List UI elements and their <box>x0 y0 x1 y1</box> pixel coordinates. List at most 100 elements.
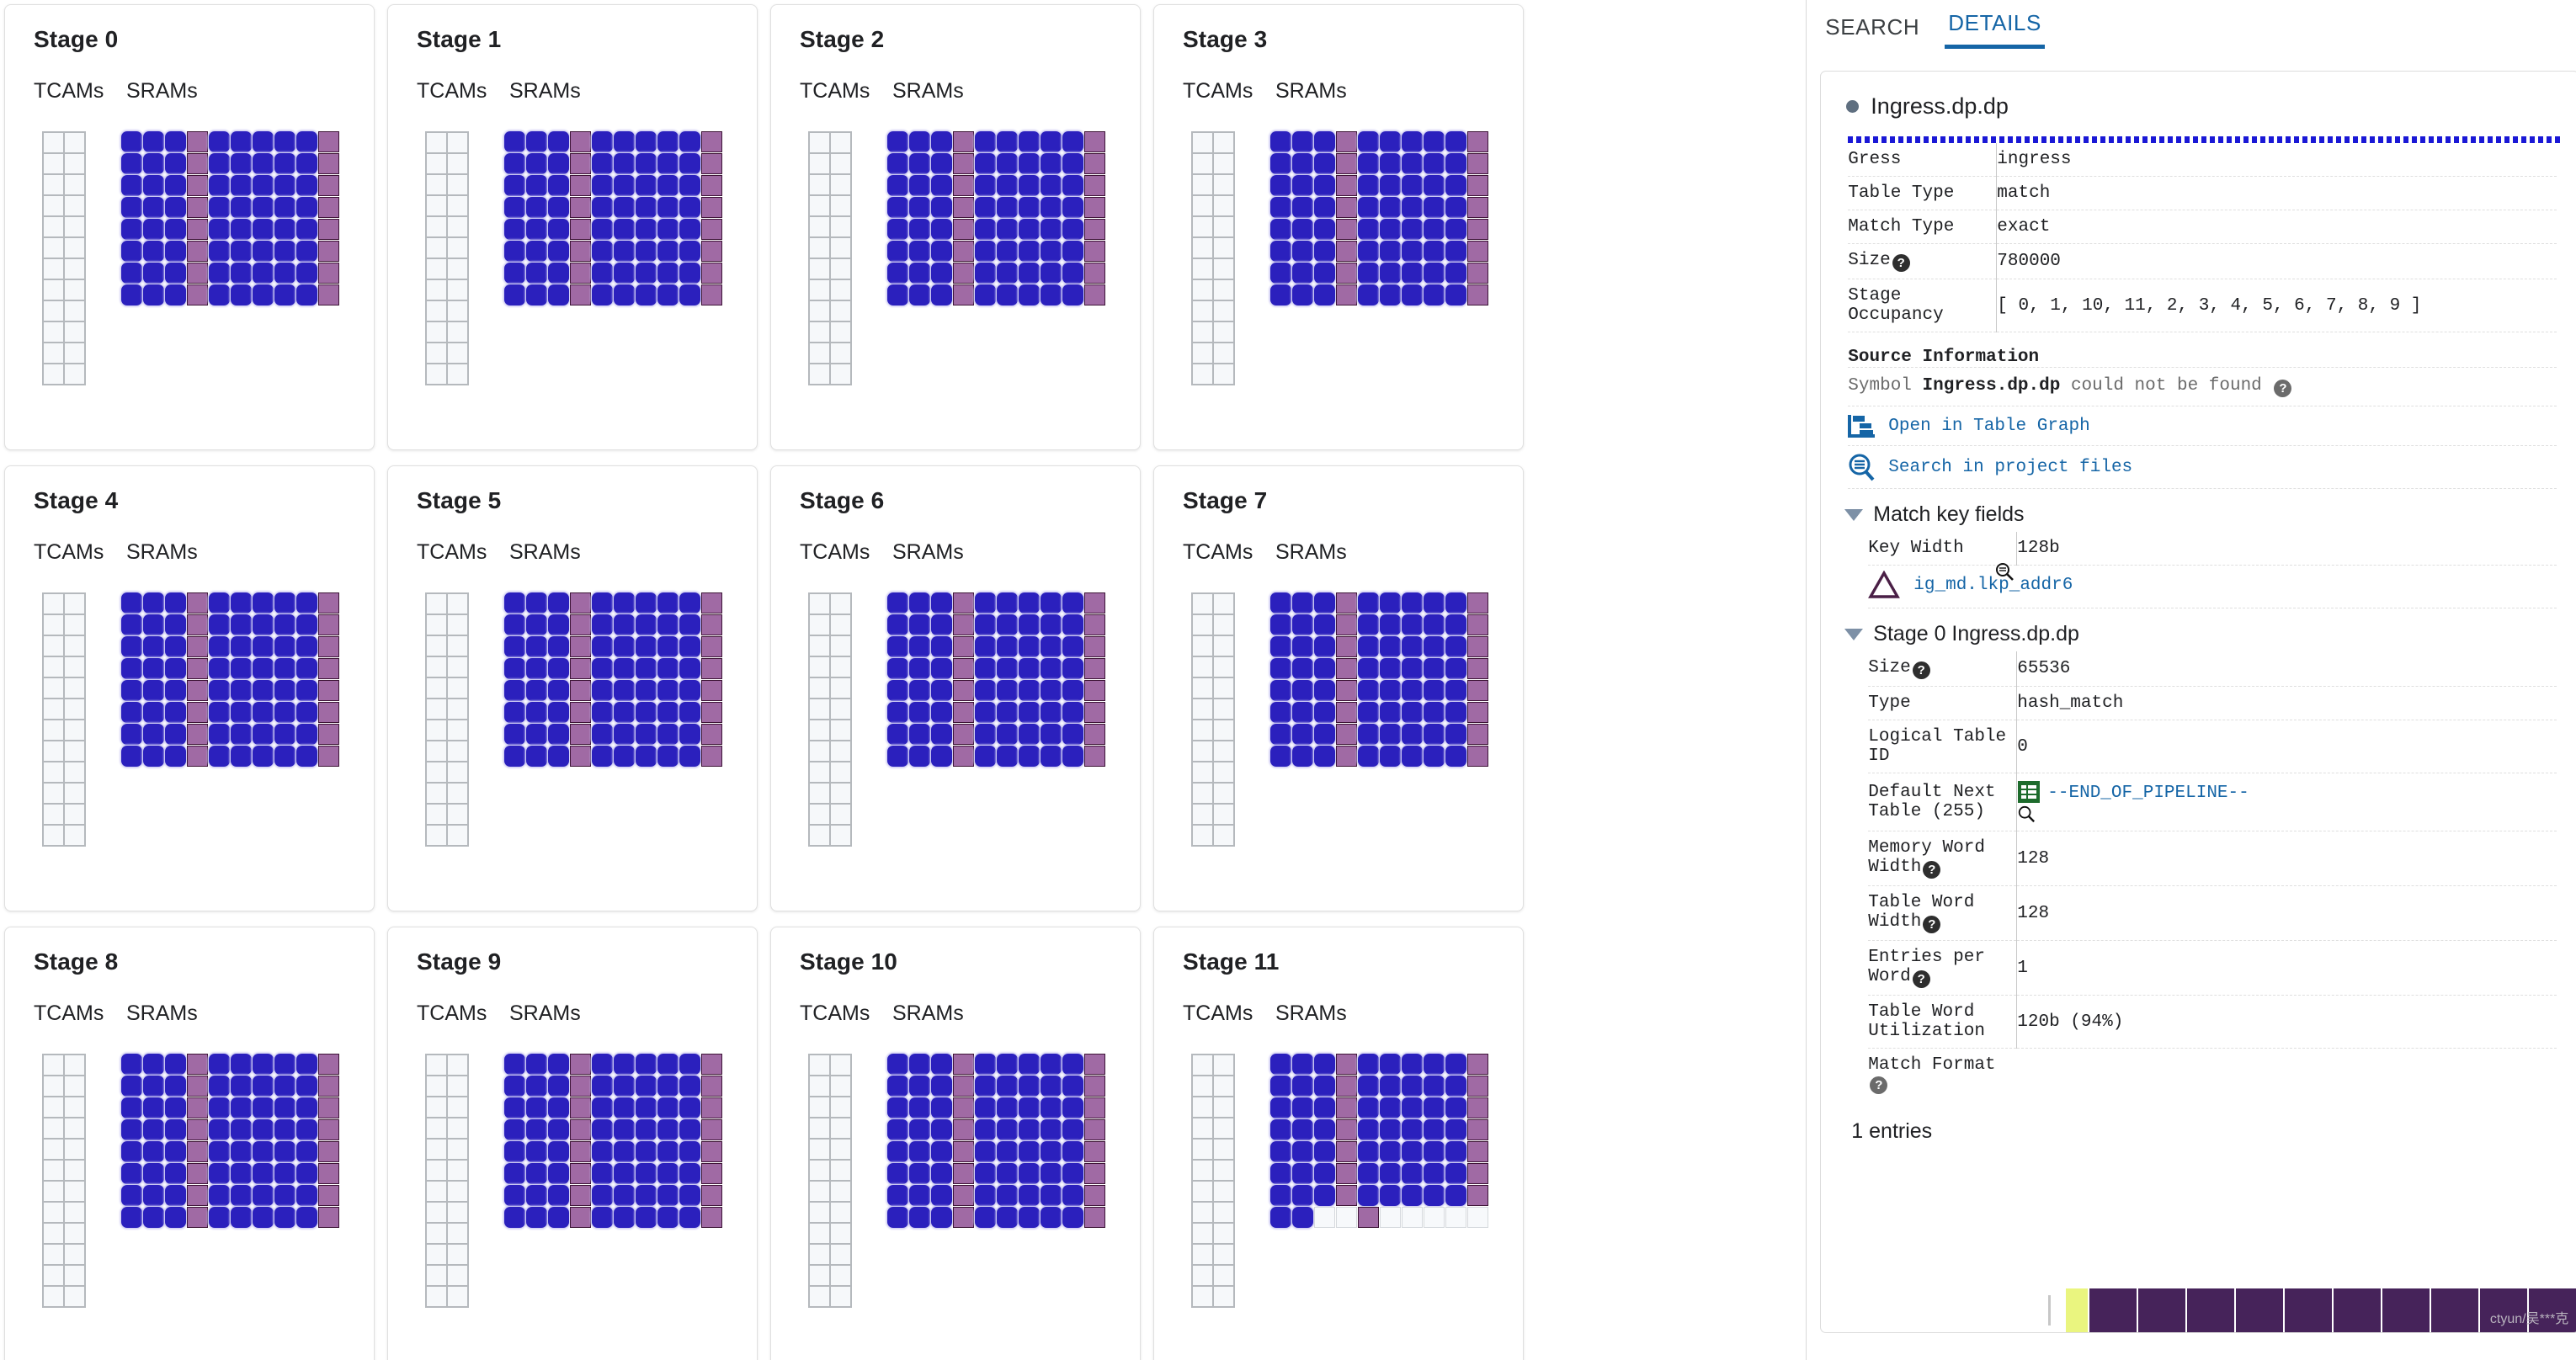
sram-cell-blue[interactable] <box>253 241 274 262</box>
sram-cell-blue[interactable] <box>679 1185 700 1206</box>
tcam-cell[interactable] <box>810 1245 829 1264</box>
sram-cell-blue[interactable] <box>1041 284 1062 305</box>
sram-cell-blue[interactable] <box>1314 197 1335 218</box>
stage-card[interactable]: Stage 6 TCAMs SRAMs <box>770 465 1141 911</box>
sram-cell-blue[interactable] <box>504 1097 525 1118</box>
tcam-cell[interactable] <box>1193 175 1212 194</box>
sram-cell-blue[interactable] <box>253 592 274 614</box>
sram-cell-blue[interactable] <box>253 197 274 218</box>
tcam-cell[interactable] <box>810 1097 829 1117</box>
sram-cell-blue[interactable] <box>1292 219 1313 240</box>
sram-cell-purple[interactable] <box>1467 680 1488 701</box>
sram-cell-blue[interactable] <box>548 702 569 723</box>
tcam-cell[interactable] <box>448 1140 467 1159</box>
tcam-cell[interactable] <box>831 301 850 321</box>
sram-cell-blue[interactable] <box>165 658 186 679</box>
tcam-cell[interactable] <box>810 1161 829 1180</box>
tcam-cell[interactable] <box>810 741 829 761</box>
tcam-cell[interactable] <box>810 615 829 635</box>
tcam-cell[interactable] <box>427 784 446 803</box>
sram-cell-blue[interactable] <box>231 702 252 723</box>
sram-cell-blue[interactable] <box>1292 592 1313 614</box>
sram-cell-blue[interactable] <box>209 284 230 305</box>
sram-cell-blue[interactable] <box>636 263 657 284</box>
sram-cell-blue[interactable] <box>1062 658 1083 679</box>
sram-cell-blue[interactable] <box>504 263 525 284</box>
sram-cell-purple[interactable] <box>1084 175 1105 196</box>
sram-cell-blue[interactable] <box>1424 658 1445 679</box>
sram-cell-purple[interactable] <box>1084 241 1105 262</box>
sram-cell-blue[interactable] <box>679 1141 700 1162</box>
tcam-cell[interactable] <box>1193 699 1212 719</box>
sram-cell-blue[interactable] <box>636 724 657 745</box>
tcam-cell[interactable] <box>44 1055 63 1075</box>
sram-cell-blue[interactable] <box>931 614 952 635</box>
tcam-cell[interactable] <box>44 784 63 803</box>
sram-cell-blue[interactable] <box>526 680 547 701</box>
sram-cell-blue[interactable] <box>1314 746 1335 767</box>
sram-cell-blue[interactable] <box>1270 153 1291 174</box>
sram-cell-purple[interactable] <box>318 1207 339 1228</box>
sram-cell-purple[interactable] <box>187 1163 208 1184</box>
sram-cell-blue[interactable] <box>997 636 1018 657</box>
sram-cell-blue[interactable] <box>931 1076 952 1097</box>
tcam-cell[interactable] <box>810 594 829 614</box>
tcam-cell[interactable] <box>44 1266 63 1285</box>
sram-cell-blue[interactable] <box>143 131 164 152</box>
sram-cell-purple[interactable] <box>187 153 208 174</box>
tcam-cell[interactable] <box>427 1224 446 1243</box>
sram-cell-blue[interactable] <box>1358 1163 1379 1184</box>
sram-cell-purple[interactable] <box>1336 263 1357 284</box>
tcam-cell[interactable] <box>44 594 63 614</box>
sram-cell-blue[interactable] <box>1270 219 1291 240</box>
tcam-cell[interactable] <box>44 301 63 321</box>
sram-cell-blue[interactable] <box>231 131 252 152</box>
sram-cell-purple[interactable] <box>1336 1054 1357 1075</box>
sram-cell-purple[interactable] <box>1084 658 1105 679</box>
tcam-cell[interactable] <box>810 805 829 824</box>
tcam-cell[interactable] <box>44 133 63 152</box>
sram-cell-blue[interactable] <box>1314 614 1335 635</box>
sram-cell-blue[interactable] <box>143 175 164 196</box>
sram-cell-blue[interactable] <box>526 658 547 679</box>
sram-cell-blue[interactable] <box>1424 1054 1445 1075</box>
sram-cell-blue[interactable] <box>1445 175 1466 196</box>
sram-cell-blue[interactable] <box>209 658 230 679</box>
tcam-cell[interactable] <box>1214 1118 1233 1138</box>
sram-cell-blue[interactable] <box>165 1097 186 1118</box>
sram-cell-blue[interactable] <box>614 724 635 745</box>
tcam-cell[interactable] <box>44 1224 63 1243</box>
sram-cell-blue[interactable] <box>548 1163 569 1184</box>
sram-cell-blue[interactable] <box>1062 680 1083 701</box>
tcam-cell[interactable] <box>1193 657 1212 677</box>
tcam-cell[interactable] <box>44 154 63 173</box>
sram-cell-blue[interactable] <box>679 636 700 657</box>
sram-cell-blue[interactable] <box>121 175 142 196</box>
sram-cell-purple[interactable] <box>1336 1185 1357 1206</box>
tcam-cell[interactable] <box>448 133 467 152</box>
sram-cell-blue[interactable] <box>592 197 613 218</box>
tcam-cell[interactable] <box>810 1203 829 1222</box>
tcam-cell[interactable] <box>1214 594 1233 614</box>
sram-cell-blue[interactable] <box>548 1097 569 1118</box>
tcam-cell[interactable] <box>1214 1097 1233 1117</box>
tcam-cell[interactable] <box>1193 1182 1212 1201</box>
sram-cell-blue[interactable] <box>636 1207 657 1228</box>
tcam-cell[interactable] <box>831 1287 850 1306</box>
sram-cell-blue[interactable] <box>231 1163 252 1184</box>
sram-cell-blue[interactable] <box>1314 284 1335 305</box>
sram-cell-blue[interactable] <box>296 636 317 657</box>
sram-cell-blue[interactable] <box>526 702 547 723</box>
sram-cell-blue[interactable] <box>975 1141 996 1162</box>
tcam-cell[interactable] <box>44 1140 63 1159</box>
tcam-cell[interactable] <box>427 805 446 824</box>
sram-cell-blue[interactable] <box>526 284 547 305</box>
sram-cell-blue[interactable] <box>997 614 1018 635</box>
sram-cell-blue[interactable] <box>1314 241 1335 262</box>
sram-cell-blue[interactable] <box>657 153 679 174</box>
tcam-cell[interactable] <box>1214 280 1233 300</box>
sram-cell-purple[interactable] <box>570 1185 591 1206</box>
tcam-cell[interactable] <box>810 657 829 677</box>
sram-cell-blue[interactable] <box>909 1054 930 1075</box>
tcam-grid[interactable] <box>42 592 86 847</box>
